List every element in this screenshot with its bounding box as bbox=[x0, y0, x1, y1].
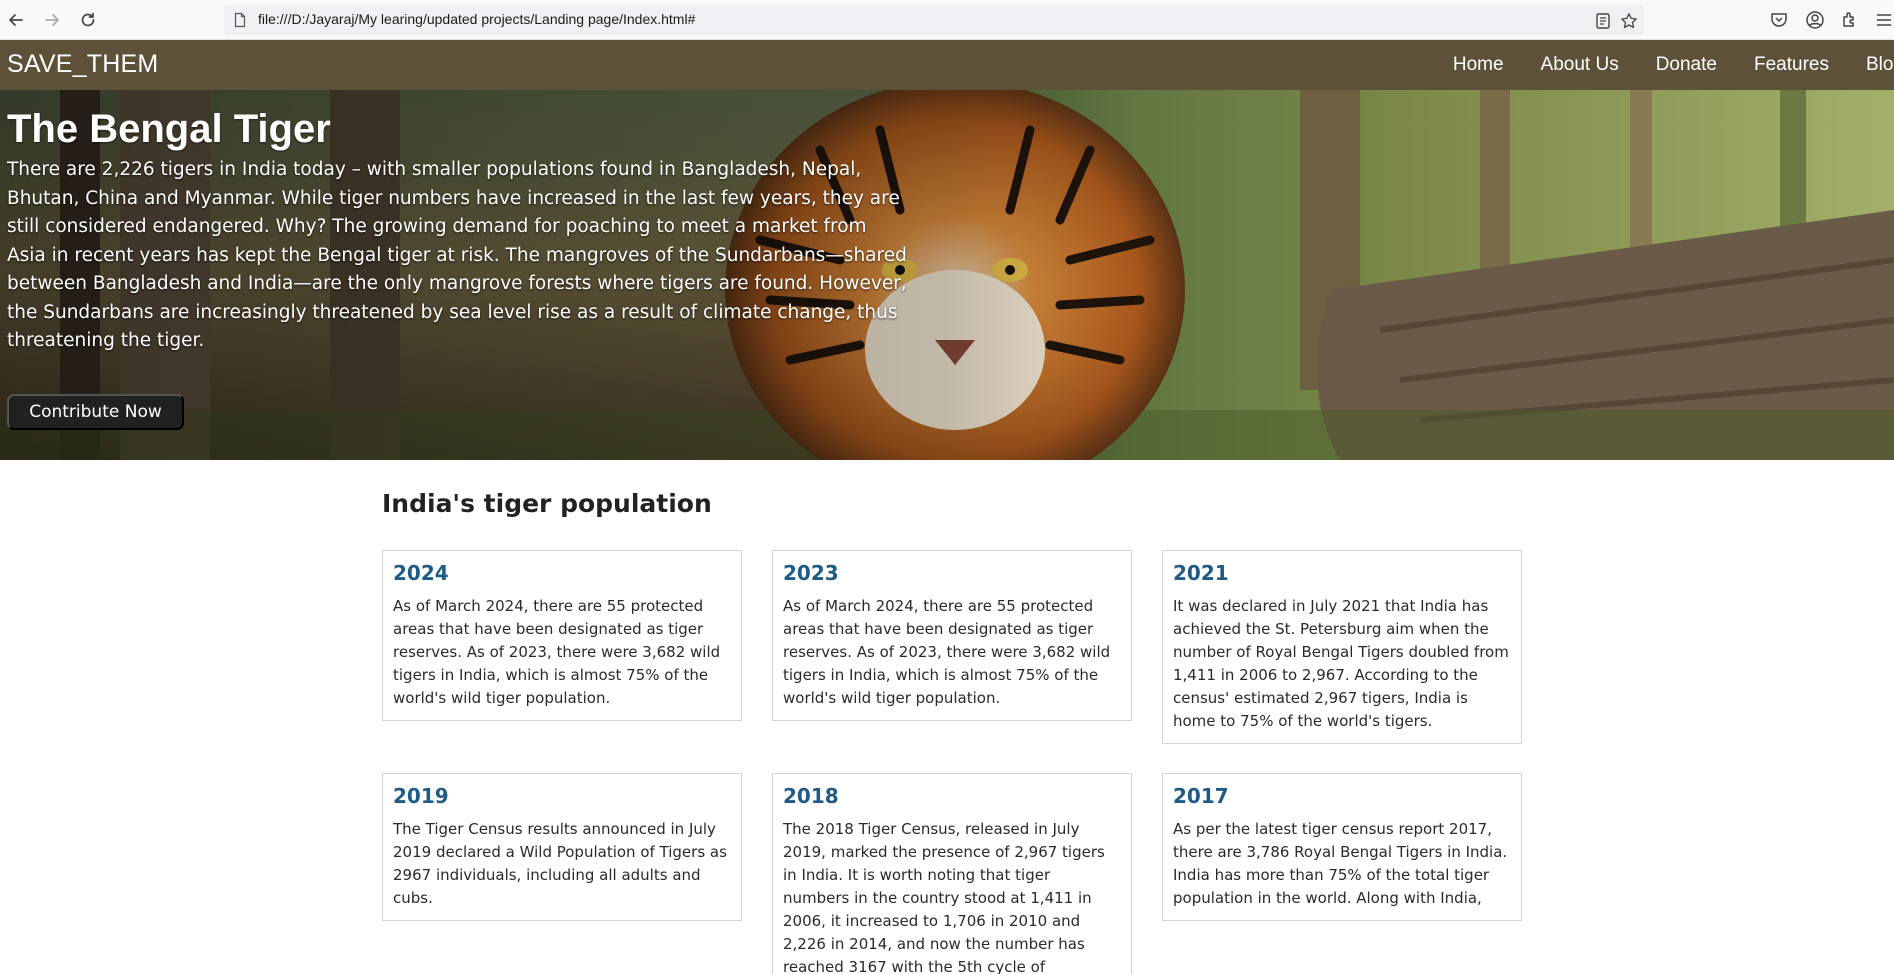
nav-link-about-us[interactable]: About Us bbox=[1541, 54, 1619, 76]
reload-icon[interactable] bbox=[76, 8, 100, 32]
nav-links: Home About Us Donate Features Blog bbox=[1416, 40, 1894, 90]
population-card-2019: 2019 The Tiger Census results announced … bbox=[382, 773, 742, 921]
hero-description: There are 2,226 tigers in India today – … bbox=[7, 159, 907, 351]
pocket-icon[interactable] bbox=[1769, 10, 1789, 30]
hero-title: The Bengal Tiger bbox=[7, 107, 331, 151]
card-year: 2021 bbox=[1173, 561, 1229, 585]
card-text: As per the latest tiger census report 20… bbox=[1173, 820, 1508, 907]
site-navbar: SAVE_THEM Home About Us Donate Features … bbox=[0, 40, 1894, 90]
population-card-2017: 2017 As per the latest tiger census repo… bbox=[1162, 773, 1522, 921]
nav-link-blog[interactable]: Blog bbox=[1866, 54, 1894, 76]
account-icon[interactable] bbox=[1805, 10, 1825, 30]
population-card-2018: 2018 The 2018 Tiger Census, released in … bbox=[772, 773, 1132, 974]
card-year: 2018 bbox=[783, 784, 839, 808]
browser-toolbar: file:///D:/Jayaraj/My learing/updated pr… bbox=[0, 0, 1894, 40]
site-brand[interactable]: SAVE_THEM bbox=[7, 50, 158, 79]
hero-banner: The Bengal Tiger There are 2,226 tigers … bbox=[0, 90, 1894, 460]
card-year: 2019 bbox=[393, 784, 449, 808]
card-text: The Tiger Census results announced in Ju… bbox=[393, 820, 727, 907]
extensions-icon[interactable] bbox=[1840, 10, 1860, 30]
back-arrow-icon[interactable] bbox=[4, 8, 28, 32]
population-card-2021: 2021 It was declared in July 2021 that I… bbox=[1162, 550, 1522, 744]
nav-link-features[interactable]: Features bbox=[1754, 54, 1829, 76]
menu-icon[interactable] bbox=[1874, 10, 1894, 30]
section-title: India's tiger population bbox=[382, 489, 712, 518]
card-text: As of March 2024, there are 55 protected… bbox=[783, 597, 1111, 707]
card-year: 2017 bbox=[1173, 784, 1229, 808]
card-text: It was declared in July 2021 that India … bbox=[1173, 597, 1509, 730]
reader-view-icon[interactable] bbox=[1594, 12, 1612, 30]
bookmark-star-icon[interactable] bbox=[1620, 12, 1638, 30]
contribute-now-button[interactable]: Contribute Now bbox=[7, 394, 184, 430]
url-bar[interactable]: file:///D:/Jayaraj/My learing/updated pr… bbox=[224, 5, 1644, 35]
population-card-2024: 2024 As of March 2024, there are 55 prot… bbox=[382, 550, 742, 721]
card-text: As of March 2024, there are 55 protected… bbox=[393, 597, 721, 707]
nav-link-home[interactable]: Home bbox=[1453, 54, 1504, 76]
card-year: 2023 bbox=[783, 561, 839, 585]
page-icon bbox=[234, 12, 246, 28]
forward-arrow-icon[interactable] bbox=[40, 8, 64, 32]
nav-link-donate[interactable]: Donate bbox=[1656, 54, 1717, 76]
population-card-2023: 2023 As of March 2024, there are 55 prot… bbox=[772, 550, 1132, 721]
url-text: file:///D:/Jayaraj/My learing/updated pr… bbox=[258, 11, 696, 27]
card-text: The 2018 Tiger Census, released in July … bbox=[783, 820, 1105, 974]
card-year: 2024 bbox=[393, 561, 449, 585]
